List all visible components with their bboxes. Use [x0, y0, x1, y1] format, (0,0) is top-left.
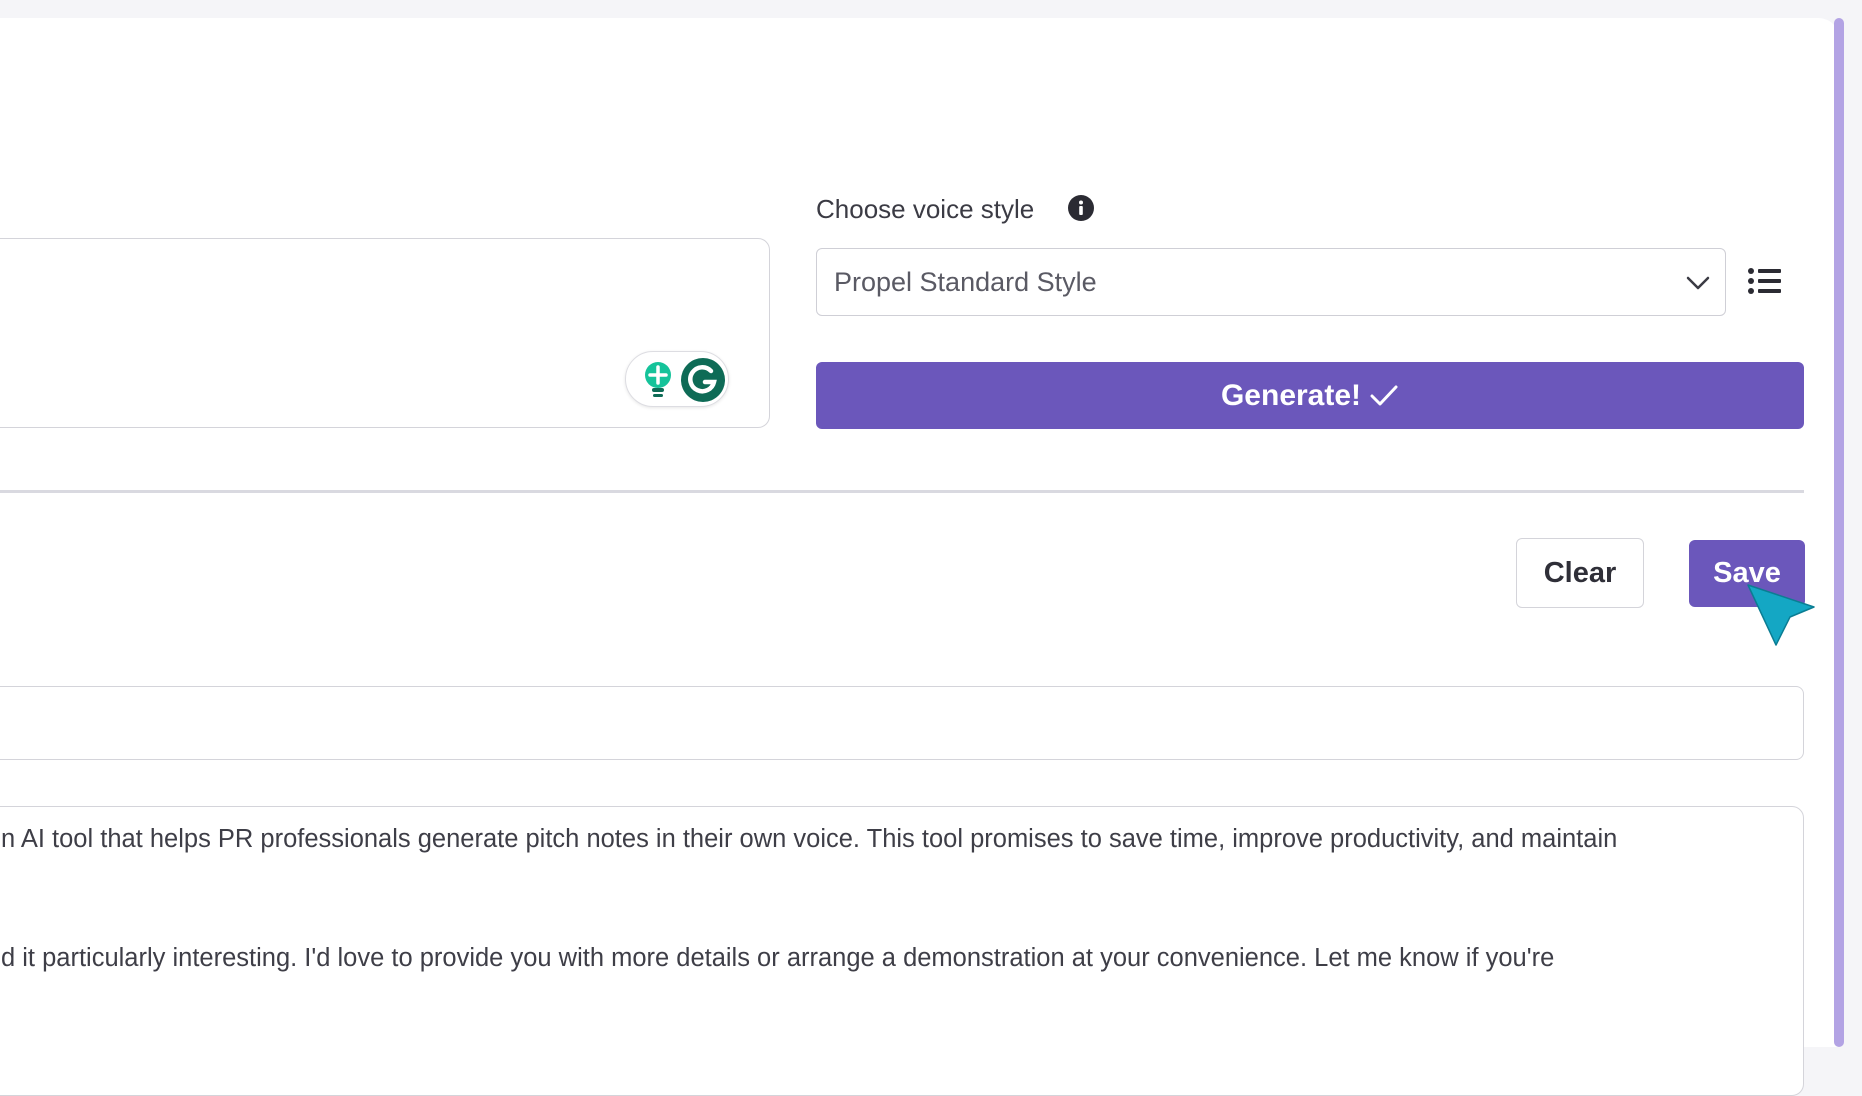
grammarly-icon[interactable] [680, 357, 726, 403]
pitch-text-line-1: n AI tool that helps PR professionals ge… [1, 825, 1618, 853]
generate-button[interactable]: Generate! [816, 362, 1804, 429]
scrollbar[interactable] [1834, 18, 1844, 1047]
cursor-pointer-icon [1747, 584, 1815, 646]
main-panel: Choose voice style Propel Standard Style… [0, 18, 1840, 1096]
chevron-down-icon [1686, 276, 1710, 290]
generated-pitch-textarea[interactable]: n AI tool that helps PR professionals ge… [0, 806, 1804, 1096]
subject-input[interactable] [0, 686, 1804, 760]
clear-button[interactable]: Clear [1516, 538, 1644, 608]
generate-label: Generate! [1220, 378, 1362, 412]
list-icon[interactable] [1748, 267, 1782, 297]
grammarly-widget[interactable] [625, 351, 729, 407]
bulb-icon[interactable] [636, 357, 680, 401]
check-icon [1370, 385, 1398, 405]
voice-style-value: Propel Standard Style [834, 267, 1097, 297]
info-icon[interactable] [1068, 195, 1094, 221]
prompt-textarea[interactable] [0, 238, 770, 428]
voice-style-label: Choose voice style [816, 194, 1035, 224]
voice-style-select[interactable]: Propel Standard Style [816, 248, 1726, 316]
pitch-text-line-2: d it particularly interesting. I'd love … [1, 944, 1555, 972]
section-divider [0, 490, 1804, 493]
